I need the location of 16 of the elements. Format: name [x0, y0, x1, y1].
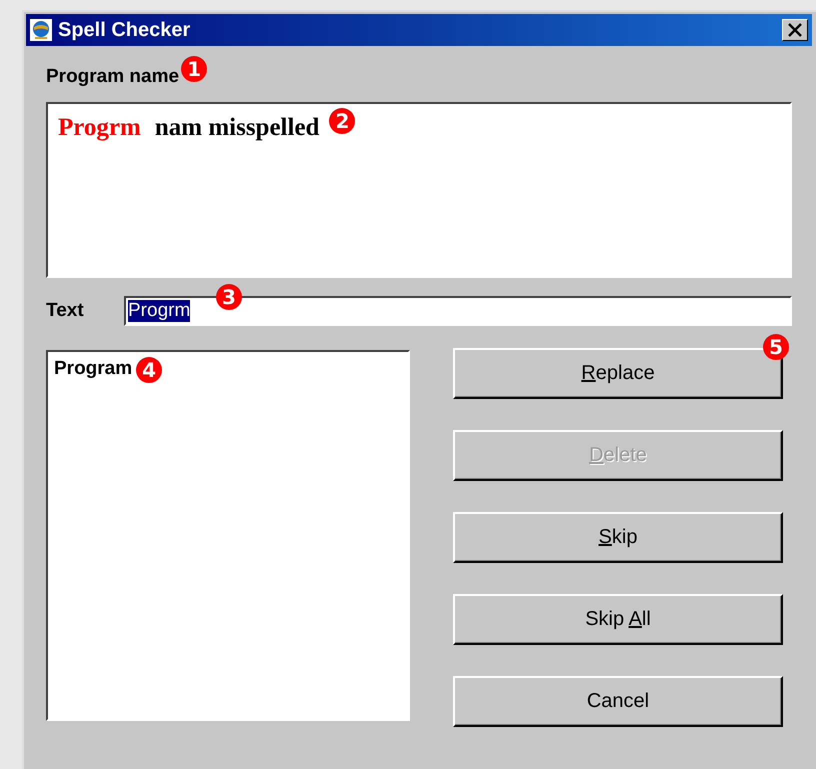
close-button[interactable] — [782, 19, 808, 41]
misspelled-word: Progrm — [58, 114, 141, 141]
action-button[interactable]: Skip — [453, 512, 783, 563]
action-button[interactable]: Cancel — [453, 676, 783, 727]
callout-marker: 1 — [181, 56, 208, 82]
close-icon — [787, 23, 803, 37]
action-button[interactable]: Skip All — [453, 594, 783, 645]
preview-text: nam misspelled — [154, 114, 320, 141]
callout-marker: 2 — [329, 108, 356, 134]
callout-marker: 3 — [216, 284, 242, 310]
callout-marker: 5 — [763, 334, 789, 360]
field-label: Text — [46, 300, 85, 322]
field-label: Program name — [46, 66, 180, 88]
window-title: Spell Checker — [58, 18, 192, 42]
globe-icon — [30, 19, 52, 41]
callout-marker: 4 — [136, 357, 162, 383]
